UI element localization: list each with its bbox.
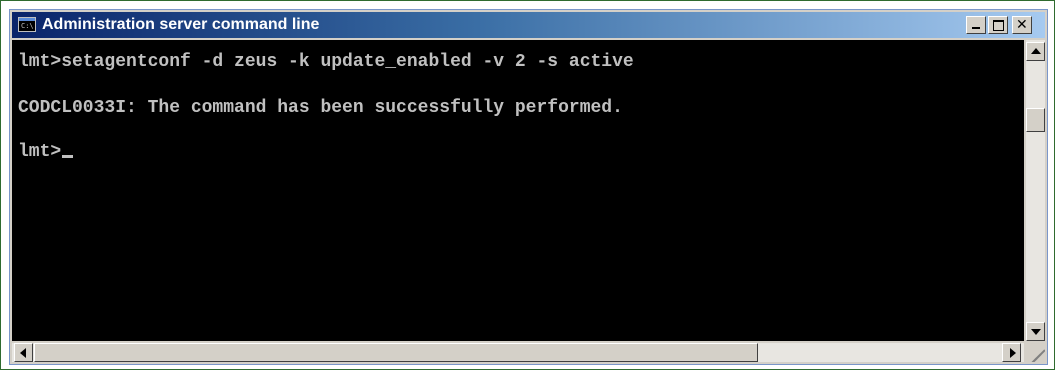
scroll-left-button[interactable] — [14, 343, 33, 362]
close-icon: ✕ — [1016, 17, 1028, 33]
vertical-scroll-thumb[interactable] — [1026, 108, 1045, 132]
scroll-right-button[interactable] — [1002, 343, 1021, 362]
prompt-text: lmt> — [18, 142, 62, 162]
grip-line — [1026, 357, 1038, 362]
scroll-up-button[interactable] — [1026, 42, 1045, 61]
arrow-down-icon — [1031, 329, 1041, 335]
console-icon-bar — [19, 18, 35, 21]
arrow-up-icon — [1031, 48, 1041, 54]
title-bar[interactable]: C:\ Administration server command line ✕ — [12, 12, 1045, 38]
text-cursor — [62, 155, 74, 158]
vertical-scrollbar[interactable] — [1026, 40, 1045, 341]
horizontal-scroll-thumb[interactable] — [34, 343, 758, 362]
window-title: Administration server command line — [42, 16, 320, 33]
minimize-icon — [972, 27, 980, 29]
maximize-button[interactable] — [988, 16, 1008, 34]
resize-grip-icon[interactable] — [1026, 343, 1045, 362]
maximize-icon — [993, 20, 1004, 31]
close-button[interactable]: ✕ — [1012, 16, 1032, 34]
console-icon-glyph: C:\ — [21, 22, 34, 30]
console-window: C:\ Administration server command line ✕… — [9, 9, 1048, 365]
console-icon[interactable]: C:\ — [18, 17, 36, 32]
minimize-button[interactable] — [966, 16, 986, 34]
arrow-right-icon — [1010, 348, 1016, 358]
command-prompt-line[interactable]: lmt> — [18, 142, 74, 162]
command-line-1: lmt>setagentconf -d zeus -k update_enabl… — [18, 52, 634, 72]
scroll-down-button[interactable] — [1026, 322, 1045, 341]
arrow-left-icon — [20, 348, 26, 358]
command-result-line: CODCL0033I: The command has been success… — [18, 98, 623, 118]
screenshot-frame: C:\ Administration server command line ✕… — [0, 0, 1055, 370]
horizontal-scrollbar[interactable] — [12, 343, 1024, 362]
console-output[interactable]: lmt>setagentconf -d zeus -k update_enabl… — [12, 40, 1024, 341]
